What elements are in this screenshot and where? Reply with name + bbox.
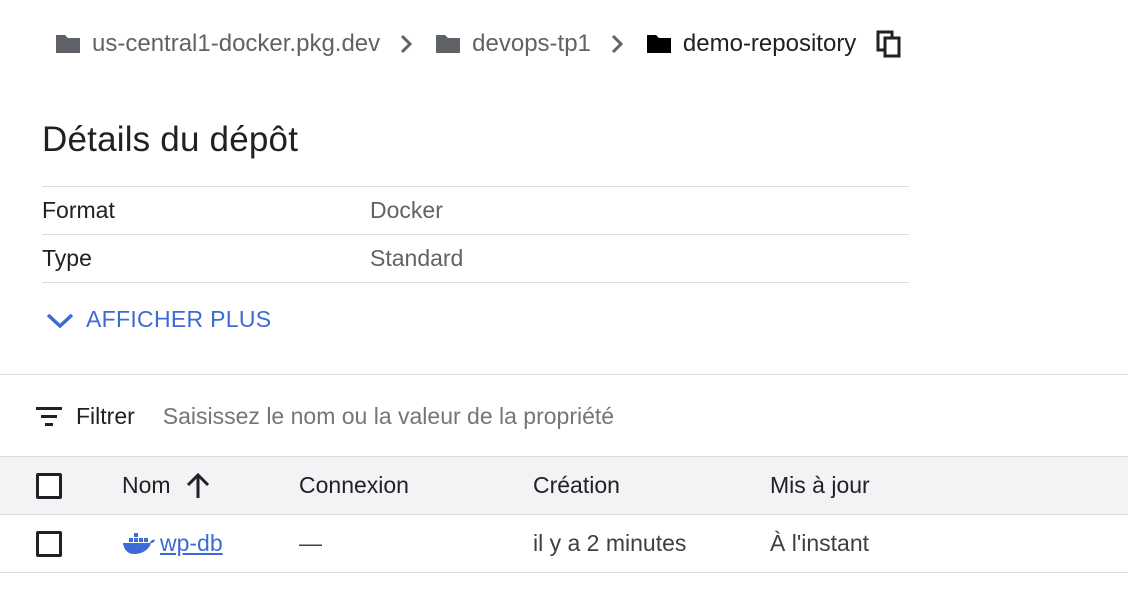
show-more-label: AFFICHER PLUS	[86, 306, 272, 332]
breadcrumb-item-registry-host[interactable]: us-central1-docker.pkg.dev	[54, 30, 380, 58]
column-header-label: Nom	[122, 472, 171, 498]
details-row-format: Format Docker	[42, 187, 909, 235]
column-header-connection[interactable]: Connexion	[299, 472, 409, 499]
copy-icon[interactable]	[876, 30, 902, 58]
row-checkbox[interactable]	[36, 530, 62, 557]
column-header-created[interactable]: Création	[533, 472, 620, 499]
breadcrumb-label: devops-tp1	[472, 30, 591, 57]
column-header-name[interactable]: Nom	[122, 472, 211, 500]
filter-label: Filtrer	[76, 402, 135, 429]
page-title: Détails du dépôt	[42, 120, 299, 159]
folder-icon	[54, 33, 82, 55]
breadcrumb-label: us-central1-docker.pkg.dev	[92, 30, 381, 57]
show-more-button[interactable]: AFFICHER PLUS	[44, 306, 271, 333]
chevron-down-icon	[44, 309, 76, 331]
details-row-type: Type Standard	[42, 235, 909, 283]
chevron-right-icon	[398, 33, 414, 55]
column-header-updated[interactable]: Mis à jour	[770, 472, 870, 499]
details-value: Standard	[370, 245, 464, 271]
filter-input[interactable]	[160, 401, 965, 431]
image-name-cell: wp-db	[122, 530, 223, 557]
details-key: Type	[42, 245, 92, 271]
breadcrumb-label: demo-repository	[682, 30, 857, 57]
repository-details-table: Format Docker Type Standard	[42, 186, 909, 283]
table-header: Nom Connexion Création Mis à jour	[0, 456, 1128, 515]
filter-bar: Filtrer	[0, 374, 1128, 457]
image-link[interactable]: wp-db	[160, 530, 223, 557]
images-table: Nom Connexion Création Mis à jour wp-db …	[0, 456, 1128, 573]
details-value: Docker	[370, 197, 443, 223]
folder-icon	[645, 33, 673, 55]
folder-icon	[434, 33, 462, 55]
select-all-checkbox[interactable]	[36, 472, 62, 499]
created-cell: il y a 2 minutes	[533, 530, 687, 556]
breadcrumb-item-project[interactable]: devops-tp1	[434, 30, 591, 58]
chevron-right-icon	[609, 33, 625, 55]
details-key: Format	[42, 197, 115, 223]
breadcrumb-item-repository: demo-repository	[645, 30, 856, 58]
docker-icon	[122, 531, 156, 557]
breadcrumb: us-central1-docker.pkg.dev devops-tp1 de…	[54, 26, 902, 62]
updated-cell: À l'instant	[770, 530, 869, 556]
table-row: wp-db — il y a 2 minutes À l'instant	[0, 515, 1128, 573]
connection-cell: —	[299, 530, 322, 556]
repository-details-page: us-central1-docker.pkg.dev devops-tp1 de…	[0, 0, 1128, 612]
sort-arrow-up-icon[interactable]	[185, 472, 211, 500]
filter-icon	[36, 405, 62, 427]
